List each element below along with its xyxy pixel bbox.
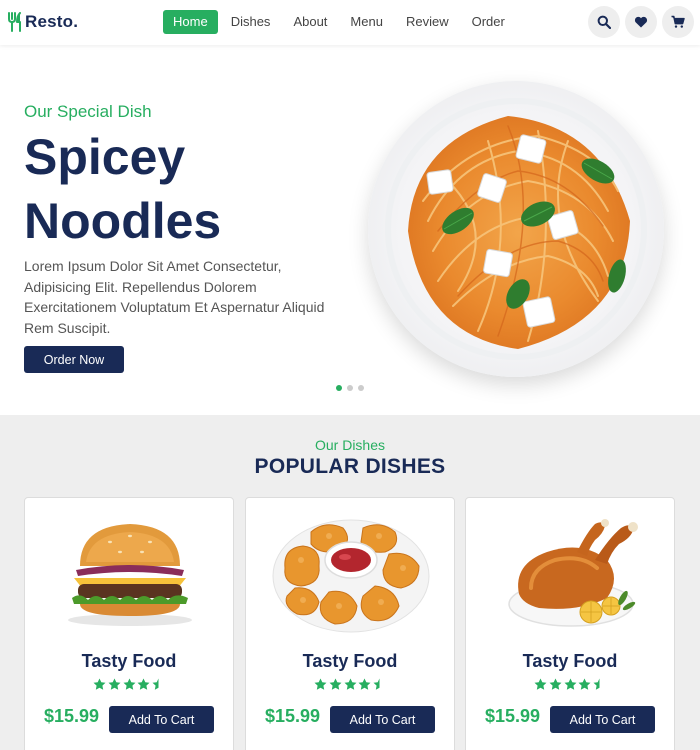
popular-dishes-section: Our Dishes POPULAR DISHES Tasty Food $15… [0, 415, 700, 750]
section-title: POPULAR DISHES [254, 455, 446, 478]
favorites-button[interactable] [625, 6, 657, 38]
roast-chicken-image [508, 519, 638, 627]
add-to-cart-button[interactable]: Add To Cart [330, 706, 435, 733]
carousel-dots [336, 385, 369, 391]
star-icon [578, 678, 591, 690]
search-icon [597, 15, 611, 29]
star-icon [329, 678, 342, 690]
dish-name: Tasty Food [522, 651, 618, 671]
cart-icon [671, 15, 685, 28]
dish-card: Tasty Food $15.99 Add To Cart [24, 497, 234, 750]
dish-name: Tasty Food [302, 651, 398, 671]
carousel-dot-2[interactable] [347, 385, 353, 391]
dish-price: $15.99 [485, 706, 541, 726]
noodles-illustration [385, 98, 647, 360]
hero-subtitle: Our Special Dish [24, 102, 152, 121]
order-now-button[interactable]: Order Now [24, 346, 124, 373]
nav-review[interactable]: Review [396, 10, 459, 34]
nav-dishes[interactable]: Dishes [221, 10, 281, 34]
add-to-cart-button[interactable]: Add To Cart [109, 706, 214, 733]
rating-stars [314, 678, 386, 692]
site-header: Resto. Home Dishes About Menu Review Ord… [0, 0, 700, 45]
dish-card: Tasty Food $15.99 Add To Cart [465, 497, 675, 750]
dish-price: $15.99 [44, 706, 100, 726]
dish-name: Tasty Food [81, 651, 177, 671]
section-subtitle: Our Dishes [314, 437, 386, 453]
nav-home[interactable]: Home [163, 10, 218, 34]
add-to-cart-button[interactable]: Add To Cart [550, 706, 655, 733]
dish-price: $15.99 [265, 706, 321, 726]
logo-text: Resto. [25, 12, 79, 31]
carousel-dot-1[interactable] [336, 385, 342, 391]
star-icon [564, 678, 576, 690]
hero-title: Spicey Noodles [24, 125, 221, 253]
utensils-icon [8, 12, 21, 32]
nav-about[interactable]: About [283, 10, 337, 34]
star-icon [123, 678, 135, 690]
rating-stars [534, 678, 606, 692]
star-half-icon [152, 678, 159, 690]
star-icon [344, 678, 356, 690]
cart-button[interactable] [662, 6, 694, 38]
main-nav: Home Dishes About Menu Review Order [163, 10, 518, 34]
noodles-plate-image [368, 81, 664, 377]
hero-description: Lorem Ipsum Dolor Sit Amet Consectetur, … [24, 258, 325, 336]
rating-stars [93, 678, 165, 692]
search-button[interactable] [588, 6, 620, 38]
star-icon [137, 678, 150, 690]
star-half-icon [593, 678, 600, 690]
chicken-nuggets-image [272, 519, 430, 633]
star-icon [534, 678, 547, 690]
star-icon [358, 678, 371, 690]
star-icon [93, 678, 106, 690]
hero-section: Our Special Dish Spicey Noodles Lorem Ip… [0, 45, 700, 415]
carousel-dot-3[interactable] [358, 385, 364, 391]
hero-title-line2: Noodles [24, 193, 222, 249]
star-icon [108, 678, 121, 690]
star-icon [549, 678, 562, 690]
logo[interactable]: Resto. [8, 10, 78, 34]
burger-image [68, 524, 192, 626]
nav-order[interactable]: Order [462, 10, 515, 34]
hero-title-line1: Spicey [24, 129, 186, 185]
dish-card: Tasty Food $15.99 Add To Cart [245, 497, 455, 750]
star-half-icon [373, 678, 380, 690]
nav-menu[interactable]: Menu [340, 10, 393, 34]
star-icon [314, 678, 327, 690]
heart-icon [634, 16, 648, 28]
